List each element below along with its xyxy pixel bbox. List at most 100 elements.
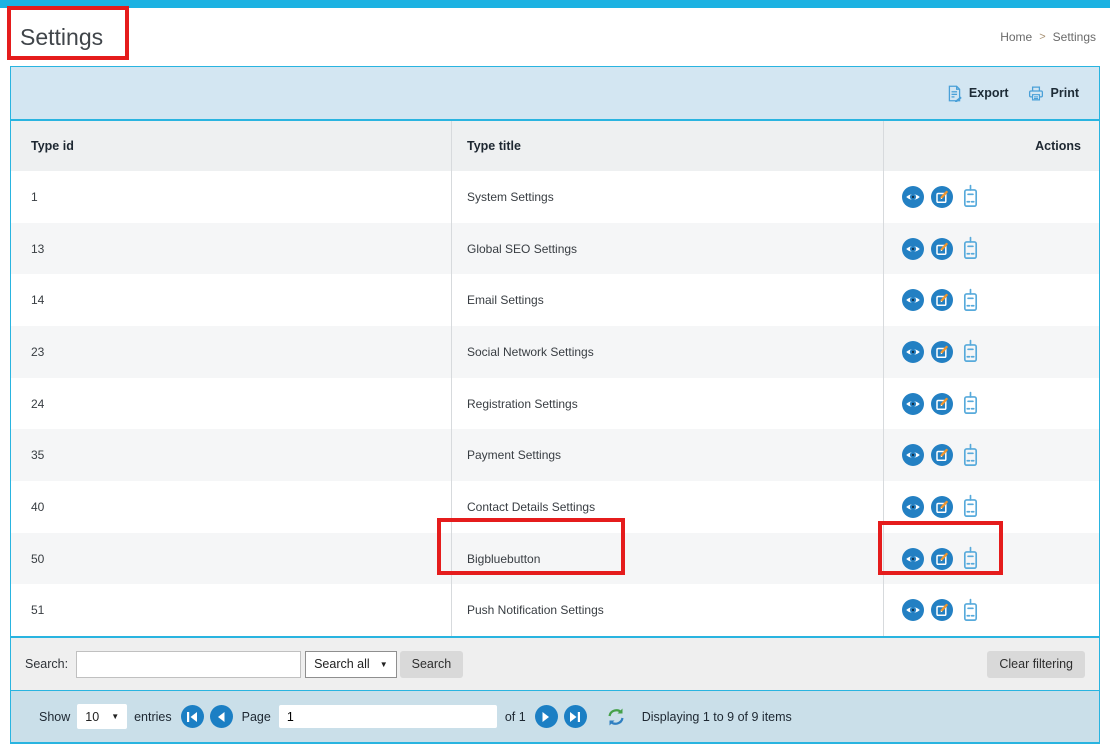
cell-type-title: Registration Settings — [451, 378, 883, 430]
edit-button[interactable] — [931, 599, 953, 621]
cell-type-id: 23 — [11, 326, 451, 378]
settings-grid-panel: Export Print Type id Type title Actions … — [10, 66, 1100, 744]
entries-label: entries — [134, 710, 172, 724]
edit-icon — [931, 393, 953, 415]
cell-actions — [883, 481, 1099, 533]
print-button[interactable]: Print — [1027, 85, 1079, 102]
refresh-button[interactable] — [606, 707, 626, 727]
last-page-icon — [564, 706, 586, 728]
search-bar: Search: Search all ▼ Search Clear filter… — [11, 638, 1099, 690]
table-body: 1 System Settings 13 Global SEO Settings… — [11, 171, 1099, 638]
edit-icon — [931, 548, 953, 570]
clipboard-button[interactable] — [960, 339, 981, 364]
clipboard-button[interactable] — [960, 391, 981, 416]
cell-type-id: 13 — [11, 223, 451, 275]
breadcrumb: Home > Settings — [1000, 30, 1096, 44]
clipboard-button[interactable] — [960, 443, 981, 468]
column-header-actions: Actions — [883, 121, 1099, 171]
clipboard-icon — [960, 184, 981, 209]
edit-button[interactable] — [931, 186, 953, 208]
print-icon — [1027, 85, 1045, 102]
cell-actions — [883, 584, 1099, 636]
clipboard-button[interactable] — [960, 546, 981, 571]
cell-type-id: 40 — [11, 481, 451, 533]
clipboard-button[interactable] — [960, 288, 981, 313]
cell-type-title: System Settings — [451, 171, 883, 223]
view-button[interactable] — [902, 238, 924, 260]
cell-type-id: 24 — [11, 378, 451, 430]
page-number-input[interactable] — [279, 705, 497, 728]
view-icon — [902, 238, 924, 260]
view-button[interactable] — [902, 393, 924, 415]
view-button[interactable] — [902, 599, 924, 621]
clipboard-icon — [960, 546, 981, 571]
pagination-bar: Show 10 ▼ entries Page of 1 Displaying 1… — [11, 690, 1099, 742]
previous-page-button[interactable] — [210, 705, 233, 728]
edit-icon — [931, 496, 953, 518]
breadcrumb-home-link[interactable]: Home — [1000, 30, 1032, 44]
view-button[interactable] — [902, 548, 924, 570]
clipboard-button[interactable] — [960, 598, 981, 623]
caret-down-icon: ▼ — [111, 712, 119, 721]
edit-button[interactable] — [931, 496, 953, 518]
edit-button[interactable] — [931, 393, 953, 415]
view-button[interactable] — [902, 496, 924, 518]
view-button[interactable] — [902, 289, 924, 311]
clear-filtering-button[interactable]: Clear filtering — [987, 651, 1085, 678]
breadcrumb-current: Settings — [1053, 30, 1096, 44]
clipboard-icon — [960, 236, 981, 261]
edit-button[interactable] — [931, 548, 953, 570]
cell-actions — [883, 326, 1099, 378]
cell-type-title: Push Notification Settings — [451, 584, 883, 636]
view-icon — [902, 289, 924, 311]
column-header-type-title: Type title — [451, 121, 883, 171]
top-accent-bar — [0, 0, 1110, 8]
view-button[interactable] — [902, 444, 924, 466]
edit-button[interactable] — [931, 238, 953, 260]
page-size-select[interactable]: 10 ▼ — [77, 704, 127, 729]
cell-type-id: 35 — [11, 429, 451, 481]
cell-actions — [883, 223, 1099, 275]
show-label: Show — [39, 710, 70, 724]
edit-button[interactable] — [931, 341, 953, 363]
last-page-button[interactable] — [564, 705, 587, 728]
clipboard-button[interactable] — [960, 494, 981, 519]
clipboard-icon — [960, 443, 981, 468]
edit-icon — [931, 186, 953, 208]
clipboard-icon — [960, 391, 981, 416]
search-scope-select[interactable]: Search all ▼ — [305, 651, 397, 678]
table-row: 14 Email Settings — [11, 274, 1099, 326]
table-row: 13 Global SEO Settings — [11, 223, 1099, 275]
view-button[interactable] — [902, 186, 924, 208]
cell-actions — [883, 274, 1099, 326]
cell-type-title: Email Settings — [451, 274, 883, 326]
view-button[interactable] — [902, 341, 924, 363]
edit-button[interactable] — [931, 444, 953, 466]
cell-type-title: Contact Details Settings — [451, 481, 883, 533]
search-input[interactable] — [76, 651, 301, 678]
clipboard-icon — [960, 598, 981, 623]
table-row: 40 Contact Details Settings — [11, 481, 1099, 533]
cell-type-id: 14 — [11, 274, 451, 326]
edit-button[interactable] — [931, 289, 953, 311]
search-button[interactable]: Search — [400, 651, 464, 678]
view-icon — [902, 599, 924, 621]
table-row: 35 Payment Settings — [11, 429, 1099, 481]
cell-type-id: 1 — [11, 171, 451, 223]
cell-actions — [883, 378, 1099, 430]
table-row: 1 System Settings — [11, 171, 1099, 223]
export-button[interactable]: Export — [946, 85, 1009, 102]
view-icon — [902, 186, 924, 208]
view-icon — [902, 341, 924, 363]
grid-toolbar: Export Print — [11, 67, 1099, 119]
first-page-button[interactable] — [181, 705, 204, 728]
edit-icon — [931, 444, 953, 466]
clipboard-button[interactable] — [960, 184, 981, 209]
next-page-button[interactable] — [535, 705, 558, 728]
export-label: Export — [969, 86, 1009, 100]
cell-type-id: 50 — [11, 533, 451, 585]
pagination-status: Displaying 1 to 9 of 9 items — [642, 710, 792, 724]
breadcrumb-separator: > — [1039, 31, 1045, 43]
clipboard-icon — [960, 494, 981, 519]
clipboard-button[interactable] — [960, 236, 981, 261]
